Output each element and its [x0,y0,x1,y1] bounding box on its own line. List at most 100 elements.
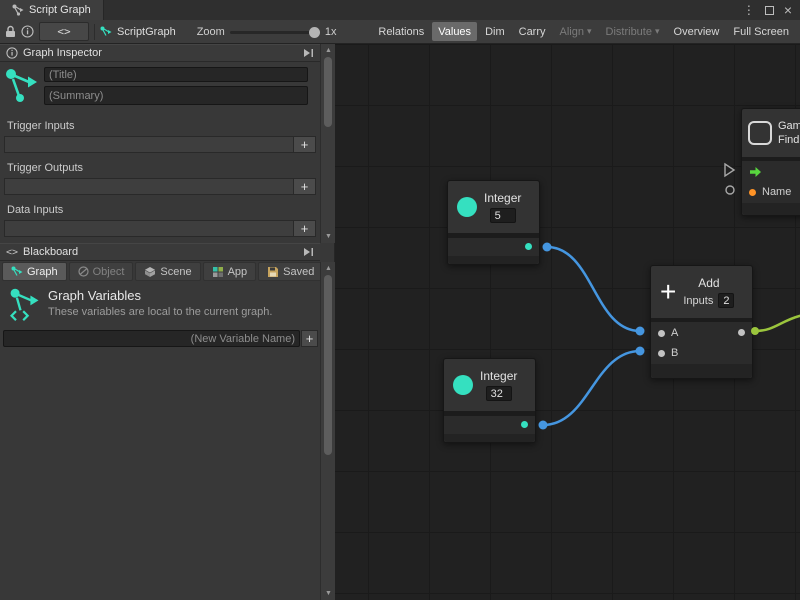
node-footer [742,203,800,215]
graph-variables-title: Graph Variables [48,288,141,303]
full-screen-button[interactable]: Full Screen [727,22,795,41]
value-output-port[interactable] [525,243,532,250]
graph-icon [11,266,23,278]
graph-variables-icon [8,286,42,322]
dim-button[interactable]: Dim [479,22,511,41]
graph-title-input[interactable] [44,67,308,82]
new-variable-input[interactable] [3,330,300,347]
wire-endpoint [539,421,548,430]
edit-graph-button[interactable]: <> [39,22,89,41]
integer-value-field[interactable]: 32 [486,386,512,401]
port-name-label: Name [762,186,791,198]
distribute-dropdown[interactable]: Distribute▾ [600,22,666,41]
expand-panel-icon[interactable] [303,247,314,257]
graph-canvas[interactable]: Integer 5 Integer 32 [335,44,800,600]
align-dropdown[interactable]: Align▾ [554,22,598,41]
blackboard-scroll-thumb[interactable] [324,275,332,455]
script-graph-asset-icon [100,26,112,38]
scroll-up-icon[interactable]: ▲ [321,263,336,274]
close-icon[interactable]: × [784,2,792,18]
inputs-count-field[interactable]: 2 [718,293,734,308]
node-integer-top[interactable]: Integer 5 [447,180,540,265]
node-title: Add [698,276,719,290]
relations-button[interactable]: Relations [372,22,430,41]
flow-output-port[interactable] [749,166,762,178]
wire-endpoint [636,327,645,336]
info-icon[interactable] [21,25,34,38]
name-input-port[interactable] [749,189,756,196]
caret-down-icon: ▾ [587,26,592,37]
inspector-scroll-thumb[interactable] [324,57,332,127]
object-icon [78,266,89,277]
input-port-a[interactable] [658,330,665,337]
zoom-slider[interactable] [230,25,320,39]
script-graph-tab[interactable]: Script Graph [0,0,104,20]
toolbar-separator [94,24,95,40]
scroll-down-icon[interactable]: ▼ [321,231,336,242]
inspector-scrollbar[interactable]: ▲ ▼ [320,44,335,243]
expand-panel-icon[interactable] [303,48,314,58]
tab-object[interactable]: Object [69,262,134,281]
sum-output-port[interactable] [738,329,745,336]
trigger-outputs-list[interactable]: + [4,178,316,195]
node-add[interactable]: + Add Inputs 2 A B [650,265,753,379]
values-button[interactable]: Values [432,22,477,41]
empty-list-area [5,137,293,152]
blackboard-scrollbar[interactable]: ▲ ▼ [320,262,335,600]
wire-integer32-to-b[interactable] [543,351,640,425]
graph-name-label[interactable]: ScriptGraph [117,26,176,38]
scroll-down-icon[interactable]: ▼ [321,588,336,599]
wire-integer5-to-a[interactable] [547,247,640,331]
blackboard-header: <> Blackboard [0,243,320,261]
tab-app[interactable]: App [203,262,257,281]
node-title-line1: Game [778,120,800,132]
node-footer [651,364,752,378]
graph-inspector-title: Graph Inspector [23,47,102,59]
code-icon: <> [6,247,18,258]
saved-icon [267,266,279,278]
scroll-up-icon[interactable]: ▲ [321,45,336,56]
node-gameobject-find[interactable]: Game Find Name [741,108,800,216]
value-output-port[interactable] [521,421,528,428]
trigger-inputs-list[interactable]: + [4,136,316,153]
maximize-icon[interactable] [765,6,774,15]
tab-title: Script Graph [29,4,91,16]
wire-endpoint [636,347,645,356]
panel-menu-icon[interactable]: ⋮ [743,3,755,17]
data-inputs-list[interactable]: + [4,220,316,237]
integer-value-field[interactable]: 5 [490,208,516,223]
node-footer [444,434,535,442]
tab-scene[interactable]: Scene [135,262,200,281]
caret-down-icon: ▾ [655,26,660,37]
title-bar: Script Graph ⋮ × [0,0,800,20]
zoom-slider-track[interactable] [230,31,320,34]
gameobject-icon [748,121,772,145]
blackboard-tabs: Graph Object Scene [2,262,323,282]
graph-toolbar: <> ScriptGraph Zoom 1x Relations Values … [0,20,800,44]
graph-tab-icon [12,4,24,16]
overview-button[interactable]: Overview [668,22,726,41]
trigger-outputs-label: Trigger Outputs [7,162,83,174]
empty-list-area [5,221,293,236]
wire-add-output[interactable] [755,315,800,331]
node-footer [448,256,539,264]
add-data-input-button[interactable]: + [293,221,315,236]
zoom-slider-knob[interactable] [309,27,320,38]
add-trigger-input-button[interactable]: + [293,137,315,152]
tab-saved[interactable]: Saved [258,262,323,281]
input-port-b[interactable] [658,350,665,357]
tab-graph[interactable]: Graph [2,262,67,281]
node-title: Integer [480,369,517,383]
add-trigger-output-button[interactable]: + [293,179,315,194]
carry-button[interactable]: Carry [513,22,552,41]
node-title-line2: Find [778,134,800,146]
lock-icon[interactable] [5,25,16,38]
wire-endpoint [543,243,552,252]
info-icon [6,47,18,59]
integer-icon [453,375,473,395]
add-variable-button[interactable]: + [301,330,318,347]
graph-summary-input[interactable] [44,86,308,105]
node-integer-bottom[interactable]: Integer 32 [443,358,536,443]
scene-icon [144,266,156,278]
window-controls: ⋮ × [743,0,800,20]
